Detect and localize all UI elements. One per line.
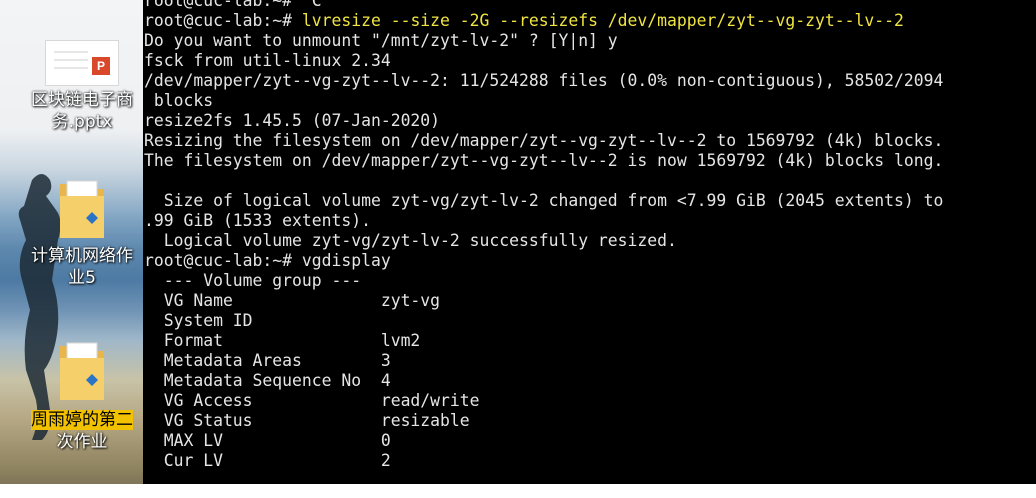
shell-command: lvresize --size -2G --resizefs /dev/mapp… [301, 11, 904, 30]
desktop-icon-label: 务.pptx [51, 112, 113, 132]
terminal-window[interactable]: root@cuc-lab:~# ^C root@cuc-lab:~# lvresi… [143, 0, 1036, 484]
terminal-line: Resizing the filesystem on /dev/mapper/z… [144, 131, 944, 150]
desktop-icon-label: 计算机网络作 [31, 246, 133, 266]
terminal-line: Format lvm2 [144, 331, 421, 350]
terminal-line: fsck from util-linux 2.34 [144, 51, 391, 70]
terminal-line: --- Volume group --- [144, 271, 362, 290]
terminal-line: MAX LV 0 [144, 431, 391, 450]
desktop-background: P 区块链电子商 务.pptx 计算机网络作 业5 周雨婷的第二 次作业 [0, 0, 143, 498]
terminal-line: VG Access read/write [144, 391, 480, 410]
terminal-line: Cur LV 2 [144, 451, 391, 470]
desktop-icon-label: 次作业 [56, 432, 108, 452]
terminal-line: /dev/mapper/zyt--vg-zyt--lv--2: 11/52428… [144, 71, 944, 90]
terminal-output: root@cuc-lab:~# ^C root@cuc-lab:~# lvresi… [143, 0, 943, 471]
desktop-icon-label: 区块链电子商 [31, 90, 133, 110]
powerpoint-badge-icon: P [92, 57, 110, 75]
desktop-icon-folder-homework[interactable]: 周雨婷的第二 次作业 [26, 340, 138, 453]
terminal-line: Logical volume zyt-vg/zyt-lv-2 successfu… [144, 231, 677, 250]
desktop-icon-label: 业5 [68, 268, 96, 288]
desktop-icon-label: 周雨婷的第二 [31, 410, 133, 430]
terminal-line: VG Status resizable [144, 411, 470, 430]
folder-icon [60, 342, 104, 400]
pptx-thumbnail-icon: P [45, 40, 119, 86]
desktop-icon-pptx[interactable]: P 区块链电子商 务.pptx [26, 40, 138, 133]
shell-prompt: root@cuc-lab:~# [144, 11, 302, 30]
terminal-line: Size of logical volume zyt-vg/zyt-lv-2 c… [144, 191, 944, 210]
terminal-line: Metadata Areas 3 [144, 351, 391, 370]
terminal-line: root@cuc-lab:~# lvresize --size -2G --re… [144, 11, 943, 31]
terminal-line: blocks [144, 91, 214, 110]
terminal-line: VG Name zyt-vg [144, 291, 441, 310]
terminal-line: root@cuc-lab:~# ^C [144, 0, 322, 10]
terminal-line: The filesystem on /dev/mapper/zyt--vg-zy… [144, 151, 944, 170]
terminal-line: System ID [144, 311, 253, 330]
terminal-line: Do you want to unmount "/mnt/zyt-lv-2" ?… [144, 31, 618, 50]
terminal-line: resize2fs 1.45.5 (07-Jan-2020) [144, 111, 441, 130]
desktop-icon-folder-network[interactable]: 计算机网络作 业5 [26, 178, 138, 289]
terminal-line: Metadata Sequence No 4 [144, 371, 391, 390]
terminal-line: .99 GiB (1533 extents). [144, 211, 371, 230]
terminal-line: root@cuc-lab:~# vgdisplay [144, 251, 391, 270]
folder-icon [60, 180, 104, 238]
